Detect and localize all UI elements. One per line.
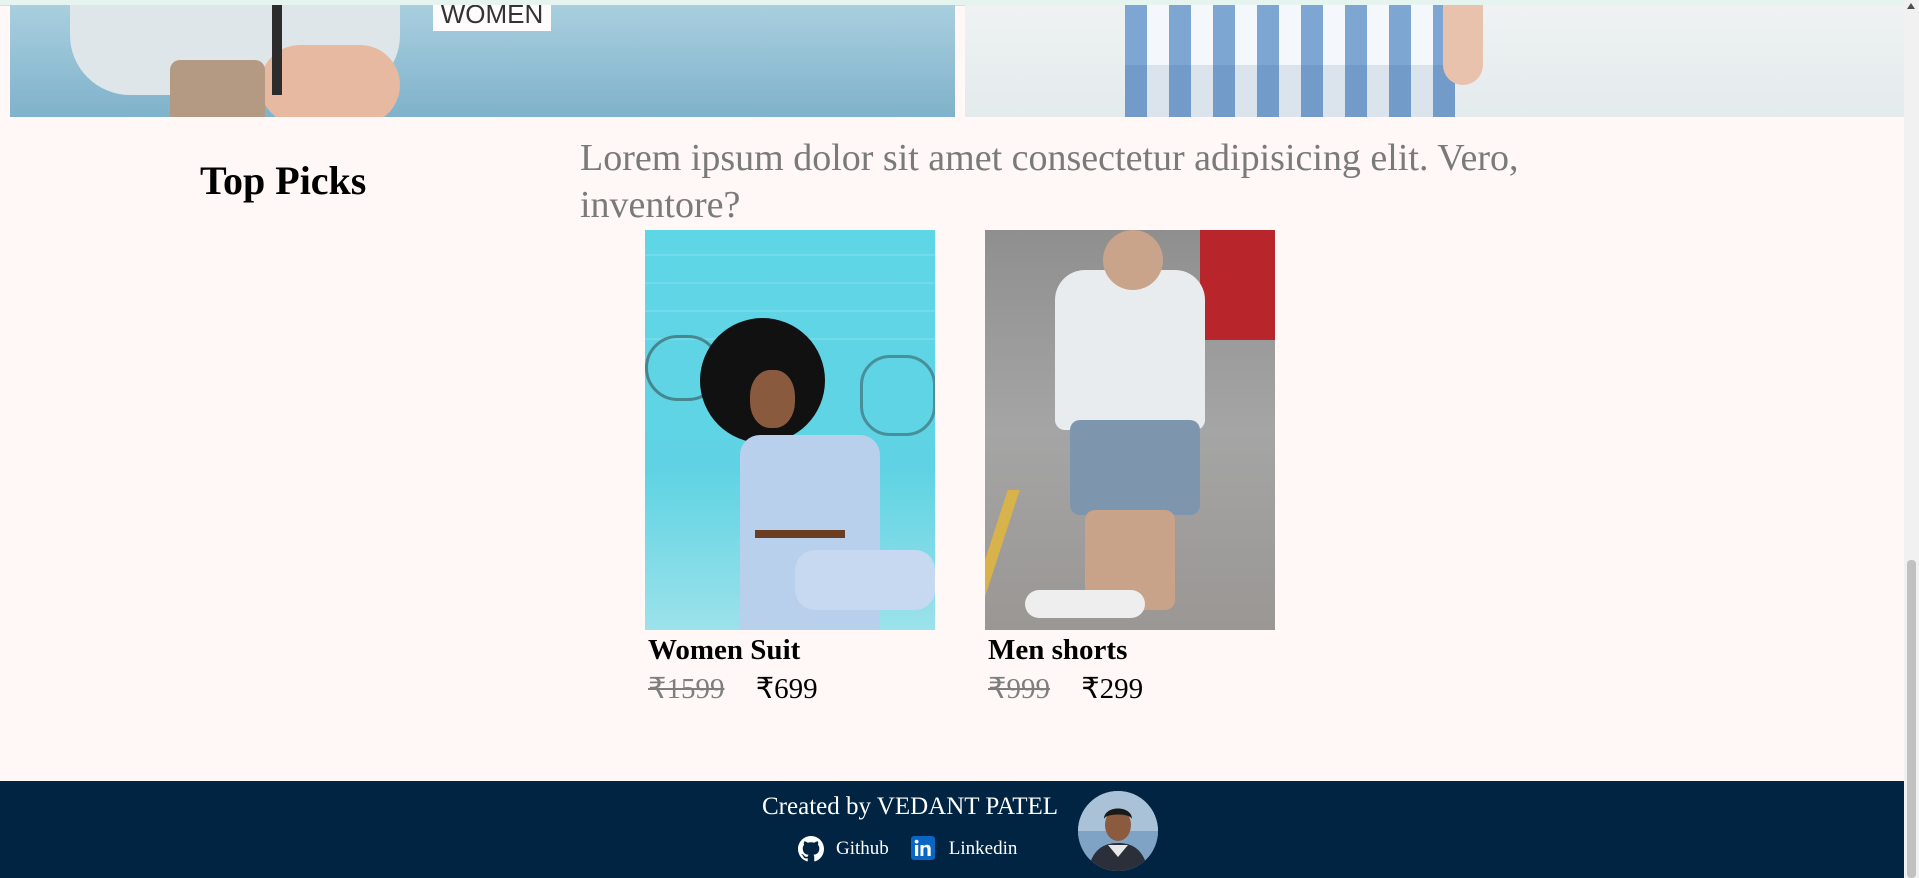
model-belt bbox=[755, 530, 845, 538]
banner-arm bbox=[1443, 5, 1483, 85]
page-scrollbar[interactable] bbox=[1904, 0, 1919, 878]
sale-price: ₹299 bbox=[1081, 673, 1144, 705]
model-shoes bbox=[1025, 590, 1145, 618]
top-picks-heading: Top Picks bbox=[200, 158, 367, 203]
model-shorts bbox=[1070, 420, 1200, 515]
road-line bbox=[985, 490, 1020, 630]
men-category-banner[interactable] bbox=[965, 5, 1905, 117]
product-card-men-shorts[interactable]: Men shorts ₹999 ₹299 bbox=[985, 230, 1275, 706]
sale-price: ₹699 bbox=[755, 673, 818, 705]
product-image-men-shorts[interactable] bbox=[985, 230, 1275, 630]
linkedin-link[interactable]: Linkedin bbox=[910, 836, 1018, 862]
product-price-row: ₹1599 ₹699 bbox=[648, 671, 935, 706]
model-face bbox=[750, 370, 795, 428]
banner-strap bbox=[272, 5, 282, 95]
creator-avatar bbox=[1078, 791, 1158, 871]
linkedin-link-label: Linkedin bbox=[948, 838, 1018, 859]
github-icon bbox=[798, 836, 824, 862]
product-image-women-suit[interactable] bbox=[645, 230, 935, 630]
women-category-label[interactable]: WOMEN bbox=[433, 5, 551, 31]
product-name[interactable]: Women Suit bbox=[648, 634, 935, 667]
graffiti-mark-right bbox=[860, 355, 935, 436]
model-shirt bbox=[1055, 270, 1205, 430]
product-name[interactable]: Men shorts bbox=[988, 634, 1275, 667]
model-leg bbox=[795, 550, 935, 610]
product-price-row: ₹999 ₹299 bbox=[988, 671, 1275, 706]
women-category-banner[interactable]: WOMEN bbox=[10, 5, 955, 117]
footer-links: Github Linkedin bbox=[798, 836, 1039, 862]
banner-shirt-shade bbox=[1125, 65, 1455, 117]
top-picks-description: Lorem ipsum dolor sit amet consectetur a… bbox=[580, 137, 1519, 226]
linkedin-icon bbox=[910, 836, 937, 862]
scrollbar-thumb[interactable] bbox=[1907, 560, 1916, 878]
github-link-label: Github bbox=[836, 838, 889, 859]
original-price: ₹999 bbox=[988, 673, 1050, 705]
model-head bbox=[1103, 230, 1163, 290]
original-price: ₹1599 bbox=[648, 673, 725, 705]
product-card-women-suit[interactable]: Women Suit ₹1599 ₹699 bbox=[645, 230, 935, 706]
github-link[interactable]: Github bbox=[798, 836, 889, 862]
scroll-up-arrow-icon[interactable] bbox=[1907, 3, 1915, 9]
background-bus bbox=[1200, 230, 1275, 340]
footer-credit: Created by VEDANT PATEL bbox=[762, 793, 1059, 820]
site-footer: Created by VEDANT PATEL Github Linkedin bbox=[0, 781, 1904, 878]
banner-bag bbox=[170, 60, 265, 117]
